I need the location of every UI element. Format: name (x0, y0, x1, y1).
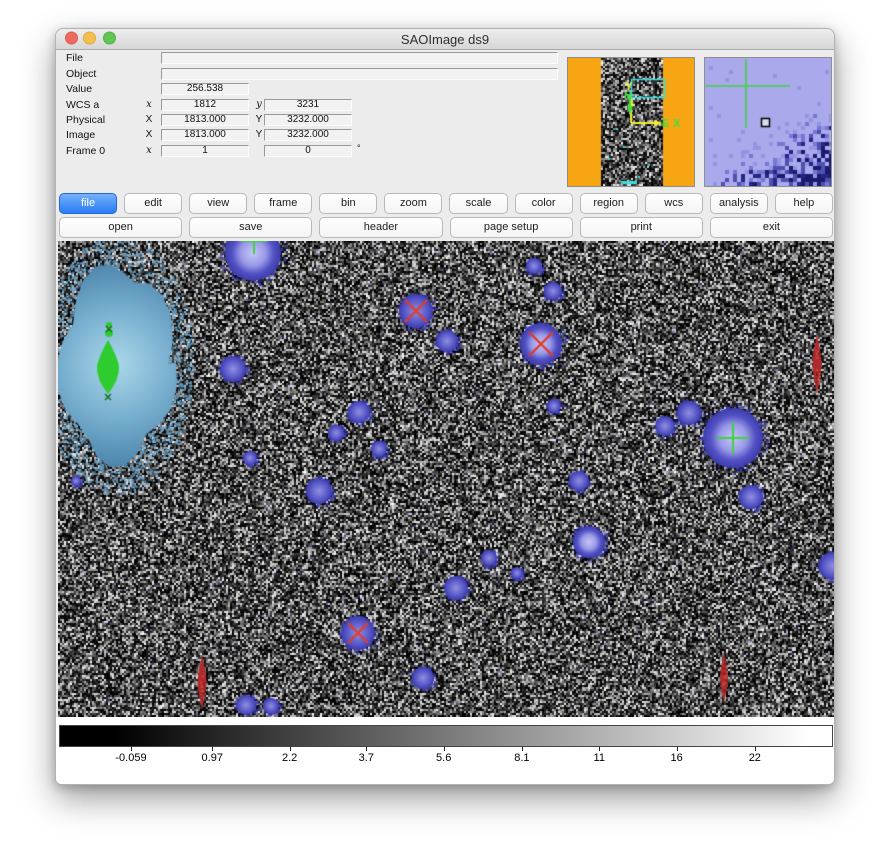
wcs-x-label: x (142, 99, 156, 111)
file-label: File (66, 52, 83, 64)
menu-edit[interactable]: edit (124, 193, 182, 214)
menu-frame[interactable]: frame (254, 193, 312, 214)
page-setup-button[interactable]: page setup (450, 217, 573, 238)
wcs-y-readout: 3231 (264, 99, 352, 111)
exit-button[interactable]: exit (710, 217, 833, 238)
wcs-x-readout: 1812 (161, 99, 249, 111)
save-button[interactable]: save (189, 217, 312, 238)
colorbar-gradient[interactable] (59, 725, 833, 747)
physical-x-readout: 1813.000 (161, 114, 249, 126)
menu-region[interactable]: region (580, 193, 638, 214)
magnifier-panel[interactable] (704, 57, 832, 187)
colorbar-tick-label: 5.6 (436, 752, 451, 764)
colorbar-tick-label: 0.97 (202, 752, 223, 764)
file-readout (161, 52, 558, 64)
header-button[interactable]: header (319, 217, 442, 238)
colorbar-tick-label: 16 (671, 752, 683, 764)
menu-zoom[interactable]: zoom (384, 193, 442, 214)
colorbar-tick-label: 3.7 (359, 752, 374, 764)
colorbar-zone: -0.059 0.97 2.2 3.7 5.6 8.1 11 16 22 (56, 717, 834, 784)
image-x-label: X (142, 129, 156, 141)
menu-bin[interactable]: bin (319, 193, 377, 214)
panner-panel[interactable] (567, 57, 695, 187)
degree-symbol: ° (357, 143, 361, 153)
image-label: Image (66, 129, 95, 141)
colorbar-tick-label: 11 (594, 752, 605, 764)
frame-x-label: x (142, 145, 156, 157)
open-button[interactable]: open (59, 217, 182, 238)
physical-label: Physical (66, 114, 105, 126)
ds9-window: SAOImage ds9 File Object Value WCS a Phy… (55, 28, 835, 785)
frame-label: Frame 0 (66, 145, 105, 157)
physical-x-label: X (142, 114, 156, 126)
window-title: SAOImage ds9 (56, 29, 834, 50)
image-x-readout: 1813.000 (161, 129, 249, 141)
physical-y-readout: 3232.000 (264, 114, 352, 126)
image-y-readout: 3232.000 (264, 129, 352, 141)
object-label: Object (66, 68, 96, 80)
title-bar[interactable]: SAOImage ds9 (56, 29, 834, 50)
colorbar-tick-label: 2.2 (282, 752, 297, 764)
value-label: Value (66, 83, 92, 95)
menu-help[interactable]: help (775, 193, 833, 214)
magnifier-canvas[interactable] (705, 58, 831, 186)
panner-canvas[interactable] (568, 58, 694, 186)
colorbar-tick-label: -0.059 (115, 752, 146, 764)
frame-angle-readout: 0 (264, 145, 352, 157)
image-canvas[interactable] (58, 241, 834, 717)
wcs-label: WCS a (66, 99, 99, 111)
menu-scale[interactable]: scale (449, 193, 507, 214)
object-readout (161, 68, 558, 80)
file-submenu-bar: open save header page setup print exit (59, 217, 833, 238)
menu-wcs[interactable]: wcs (645, 193, 703, 214)
colorbar-labels: -0.059 0.97 2.2 3.7 5.6 8.1 11 16 22 (59, 752, 833, 766)
value-readout: 256.538 (161, 83, 249, 95)
desktop: SAOImage ds9 File Object Value WCS a Phy… (0, 0, 889, 862)
menu-file[interactable]: file (59, 193, 117, 214)
menu-analysis[interactable]: analysis (710, 193, 768, 214)
colorbar-tick-label: 8.1 (514, 752, 529, 764)
print-button[interactable]: print (580, 217, 703, 238)
menu-view[interactable]: view (189, 193, 247, 214)
menu-bar: file edit view frame bin zoom scale colo… (59, 193, 833, 214)
colorbar-tick-label: 22 (749, 752, 761, 764)
menu-color[interactable]: color (515, 193, 573, 214)
frame-zoom-readout: 1 (161, 145, 249, 157)
colorbar-ticks (59, 747, 833, 751)
